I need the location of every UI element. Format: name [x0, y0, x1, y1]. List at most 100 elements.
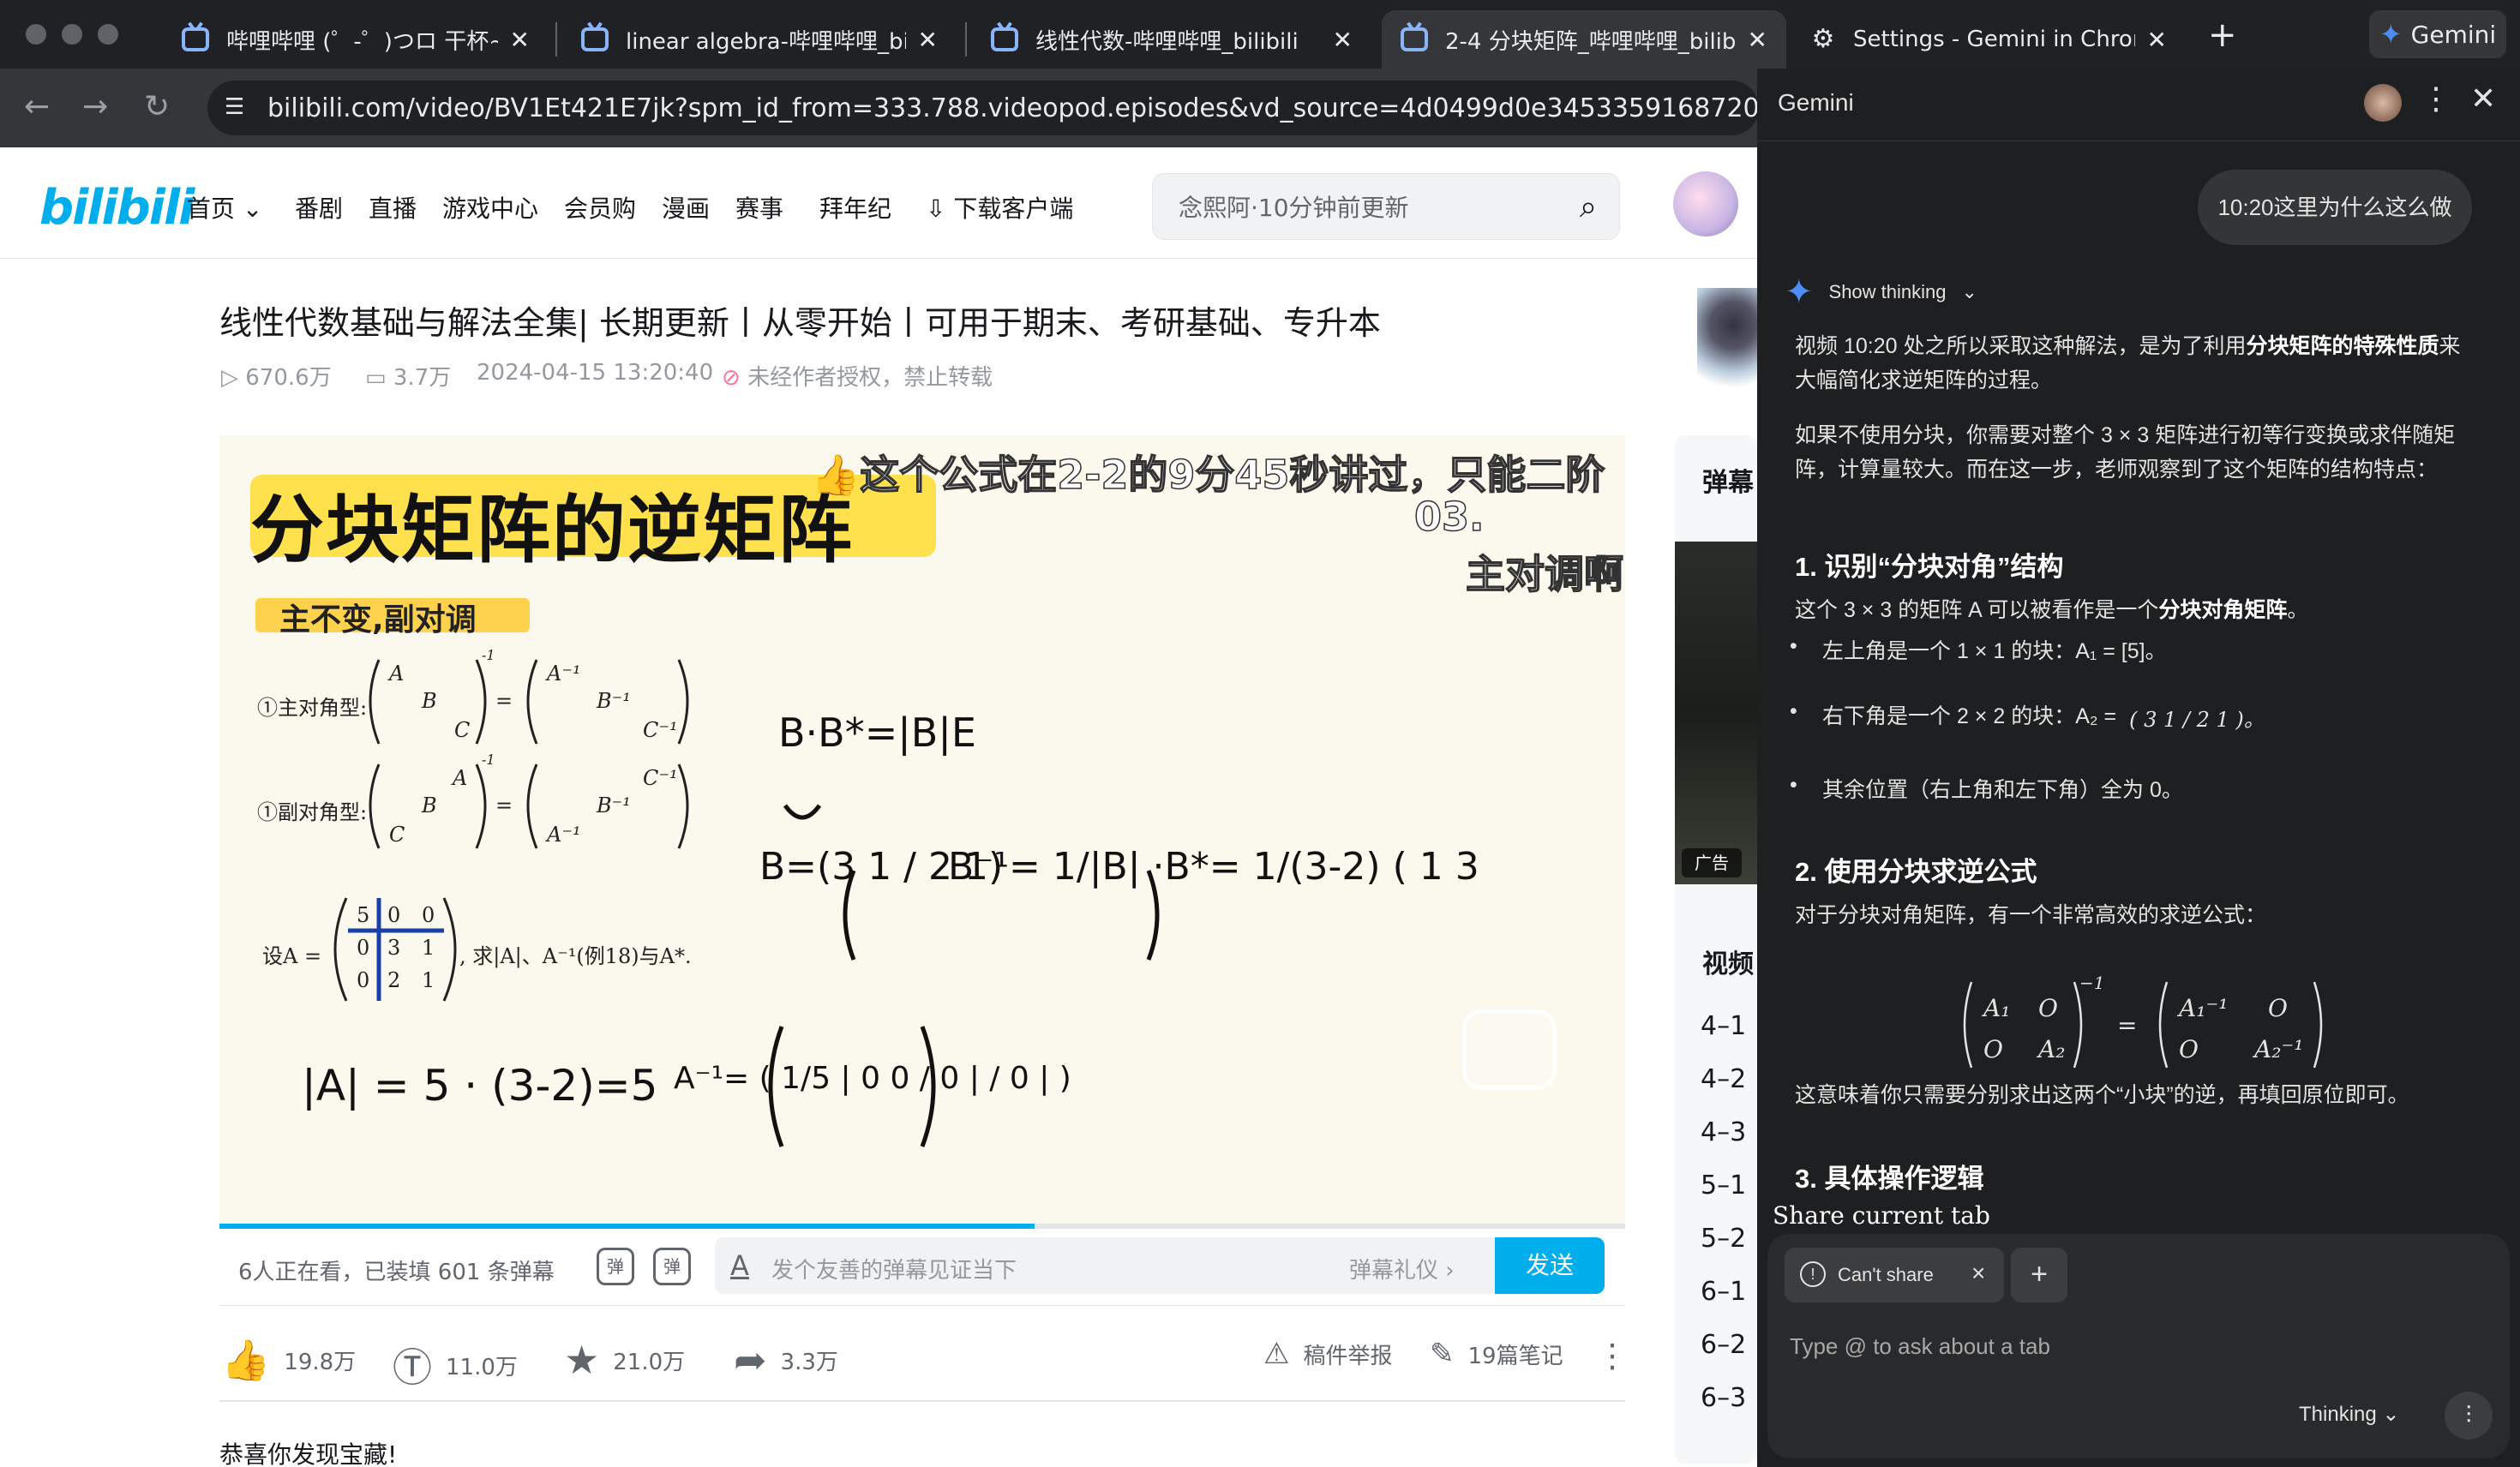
danmaku-toggle-icon[interactable]: 弹	[597, 1248, 634, 1285]
svg-text:=: =	[2117, 1011, 2137, 1039]
notes-button[interactable]: ✎ 19篇笔记	[1430, 1337, 1563, 1371]
close-icon[interactable]: ✕	[1748, 26, 1767, 54]
tab-xianxing-daishu[interactable]: 线性代数-哔哩哔哩_bilibili ✕	[972, 10, 1371, 69]
episode-item[interactable]: 6–2	[1701, 1330, 1746, 1360]
handwriting-b-inverse: B⁻¹= 1/|B| ·B*= 1/(3-2) ( 1 3	[948, 845, 1479, 889]
episode-item[interactable]: 4–1	[1701, 1011, 1746, 1041]
close-icon[interactable]: ✕	[510, 26, 530, 54]
episode-item[interactable]: 5–1	[1701, 1171, 1746, 1201]
bullet-item: 右下角是一个 2 × 2 的块：A₂ = ( 3 1 / 2 1 )。	[1790, 699, 2265, 733]
close-icon[interactable]: ✕	[2470, 81, 2496, 117]
report-button[interactable]: ⚠ 稿件举报	[1263, 1337, 1393, 1371]
add-tab-button[interactable]: +	[2011, 1248, 2067, 1302]
response-heading: 1. 识别“分块对角”结构	[1795, 552, 2064, 582]
gemini-button[interactable]: ✦ Gemini	[2369, 10, 2506, 58]
mode-selector[interactable]: Thinking ⌄	[2299, 1402, 2400, 1427]
danmaku-count-value: 3.7万	[393, 365, 452, 391]
tab-gemini-settings[interactable]: ⚙ Settings - Gemini in Chrome ✕	[1791, 10, 2186, 69]
bilibili-logo[interactable]: bilibili	[39, 180, 195, 236]
tab-title: 哔哩哔哩 (゜-゜)つロ 干杯~-bi	[226, 28, 498, 55]
svg-text:A₂: A₂	[2036, 1035, 2065, 1063]
uploader-avatar[interactable]	[1697, 288, 1757, 394]
minimize-window-button[interactable]	[62, 24, 82, 45]
forward-arrow-icon[interactable]: →	[82, 89, 108, 124]
close-icon[interactable]: ✕	[2147, 26, 2167, 54]
close-icon[interactable]: ✕	[918, 26, 938, 54]
search-input[interactable]: 念熙阿·10分钟前更新 ⌕	[1152, 173, 1620, 240]
tab-strip: 哔哩哔哩 (゜-゜)つロ 干杯~-bi ✕ linear algebra-哔哩哔…	[0, 0, 2520, 69]
text: 。	[2287, 598, 2309, 622]
episode-item[interactable]: 6–3	[1701, 1383, 1746, 1413]
chevron-down-icon: ⌄	[1961, 281, 1977, 302]
svg-text:−1: −1	[2079, 973, 2104, 993]
more-vertical-icon[interactable]: ⋮	[2421, 81, 2451, 117]
paren	[369, 763, 381, 849]
response-paragraph: 这个 3 × 3 的矩阵 A 可以被看作是一个分块对角矩阵。	[1795, 593, 2481, 627]
episode-item[interactable]: 4–3	[1701, 1117, 1746, 1147]
paren	[333, 897, 348, 1002]
chevron-down-icon: ⌄	[242, 195, 263, 223]
favorite-button[interactable]: ★ 21.0万	[564, 1337, 685, 1383]
reload-icon[interactable]: ↻	[144, 89, 170, 124]
nav-download-client[interactable]: ⇩ 下载客户端	[926, 190, 1073, 225]
chip-label: Can't share	[1838, 1264, 1934, 1285]
bullet-item: 其余位置（右上角和左下角）全为 0。	[1790, 773, 2183, 804]
avatar[interactable]	[2364, 84, 2402, 122]
episode-item[interactable]: 4–2	[1701, 1064, 1746, 1094]
avatar[interactable]	[1673, 171, 1738, 237]
back-arrow-icon[interactable]: ←	[24, 89, 50, 124]
report-label: 稿件举报	[1303, 1343, 1393, 1369]
danmaku-list-header[interactable]: 弹幕	[1702, 461, 1754, 499]
nav-member-shop[interactable]: 会员购	[564, 190, 636, 225]
close-icon[interactable]: ×	[1971, 1260, 1985, 1287]
svg-text:3: 3	[387, 936, 400, 960]
nav-live[interactable]: 直播	[369, 190, 417, 225]
svg-text:A₂⁻¹: A₂⁻¹	[2252, 1035, 2303, 1063]
ad-badge: 广告	[1682, 848, 1742, 877]
gemini-spark-icon: ✦	[2379, 18, 2403, 51]
new-tab-button[interactable]: +	[2208, 15, 2237, 55]
episode-item[interactable]: 6–1	[1701, 1277, 1746, 1307]
nav-game-center[interactable]: 游戏中心	[442, 190, 538, 225]
nav-bangumi[interactable]: 番剧	[295, 190, 343, 225]
tab-linear-algebra[interactable]: linear algebra-哔哩哔哩_bilibili ✕	[562, 10, 957, 69]
block-inverse-formula: A₁ O O A₂ −1 = A₁⁻¹ O O A₂⁻¹	[1963, 973, 2323, 1069]
nav-manga[interactable]: 漫画	[662, 190, 710, 225]
episode-item[interactable]: 5–2	[1701, 1224, 1746, 1254]
send-button[interactable]: 发送	[1495, 1237, 1605, 1294]
viewer-count: 6人正在看，已装填 601 条弹幕	[238, 1260, 555, 1285]
cant-share-chip[interactable]: ! Can't share ×	[1785, 1248, 2004, 1302]
font-style-icon[interactable]: A	[730, 1249, 749, 1282]
address-bar[interactable]: ☰ bilibili.com/video/BV1Et421E7jk?spm_id…	[207, 81, 1759, 135]
more-vertical-icon: ⋮	[1596, 1337, 1629, 1374]
maximize-window-button[interactable]	[98, 24, 118, 45]
coin-button[interactable]: Ⓣ 11.0万	[393, 1337, 518, 1393]
site-info-icon[interactable]: ☰	[225, 94, 252, 122]
share-button[interactable]: ➦ 3.3万	[734, 1337, 838, 1383]
video-description: 恭喜你发现宝藏!	[219, 1440, 398, 1467]
star-icon: ★	[564, 1337, 600, 1383]
svg-text:B: B	[421, 689, 437, 713]
danmaku-etiquette-link[interactable]: 弹幕礼仪 ›	[1349, 1253, 1455, 1284]
coin-icon: Ⓣ	[393, 1344, 432, 1391]
danmaku-input[interactable]: A 发个友善的弹幕见证当下 弹幕礼仪 ›	[715, 1237, 1605, 1294]
close-window-button[interactable]	[26, 24, 46, 45]
close-icon[interactable]: ✕	[1333, 26, 1353, 54]
tab-bilibili-home[interactable]: 哔哩哔哩 (゜-゜)つロ 干杯~-bi ✕	[163, 10, 549, 69]
video-player[interactable]: 分块矩阵的逆矩阵 主不变,副对调 ①主对角型: ①副对角型: ABC -1 = A…	[219, 435, 1625, 1224]
nav-esports[interactable]: 赛事	[735, 190, 783, 225]
prompt-input[interactable]: Type @ to ask about a tab	[1790, 1333, 2050, 1360]
nav-bainianji[interactable]: 拜年纪	[819, 190, 891, 225]
ad-image[interactable]	[1675, 542, 1757, 884]
show-thinking-toggle[interactable]: ✦ Show thinking ⌄	[1785, 272, 1977, 312]
nav-home[interactable]: 首页 ⌄	[187, 190, 262, 225]
danmaku-settings-icon[interactable]: 弹	[653, 1248, 691, 1285]
like-button[interactable]: 👍 19.8万	[221, 1337, 356, 1384]
handwriting-bb: B·B*=|B|E	[778, 710, 976, 756]
tab-active-2-4[interactable]: 2-4 分块矩阵_哔哩哔哩_bilibili ✕	[1382, 10, 1786, 69]
paren	[369, 659, 381, 745]
more-menu-button[interactable]: ⋮	[1596, 1337, 1629, 1374]
search-icon[interactable]: ⌕	[1580, 189, 1597, 225]
voice-input-icon[interactable]: ⫶	[2445, 1392, 2493, 1440]
danmaku-text: 这个公式在2-2的9分45秒讲过，只能二阶	[860, 451, 1606, 499]
